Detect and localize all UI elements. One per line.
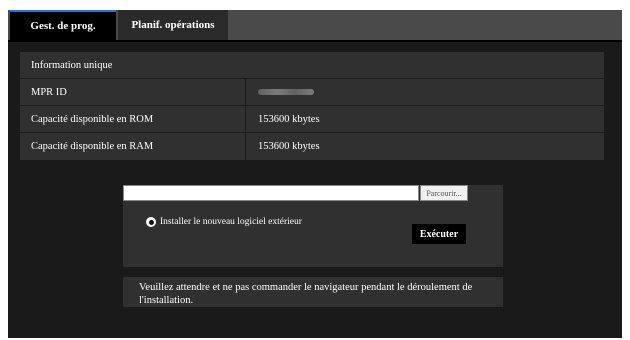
table-row-rom: Capacité disponible en ROM 153600 kbytes	[20, 106, 604, 133]
row-key: Capacité disponible en ROM	[20, 106, 246, 132]
redacted-mpr-id	[258, 89, 314, 95]
install-notice: Veuillez attendre et ne pas commander le…	[123, 277, 503, 307]
tab-program-management[interactable]: Gest. de prog.	[10, 10, 116, 40]
browse-button[interactable]: Parcourir...	[420, 185, 468, 201]
file-path-input[interactable]	[123, 185, 419, 201]
radio-label: Installer le nouveau logiciel extérieur	[160, 217, 302, 227]
row-key: Capacité disponible en RAM	[20, 133, 246, 160]
table-row-mpr-id: MPR ID	[20, 79, 604, 106]
unique-info-table: Information unique MPR ID Capacité dispo…	[20, 52, 604, 160]
row-value	[246, 79, 604, 105]
install-radio-option[interactable]: Installer le nouveau logiciel extérieur	[146, 217, 302, 227]
radio-selected-icon[interactable]	[146, 217, 156, 227]
execute-button[interactable]: Exécuter	[412, 224, 466, 244]
tab-bar: Gest. de prog. Planif. opérations	[8, 10, 622, 40]
tab-divider	[8, 40, 622, 42]
row-key: MPR ID	[20, 79, 246, 105]
row-value: 153600 kbytes	[258, 113, 320, 125]
tab-schedule-operations[interactable]: Planif. opérations	[118, 10, 228, 40]
table-header-row: Information unique	[20, 52, 604, 79]
table-row-ram: Capacité disponible en RAM 153600 kbytes	[20, 133, 604, 160]
row-value: 153600 kbytes	[258, 141, 320, 152]
upload-panel: Parcourir... Installer le nouveau logici…	[123, 185, 503, 267]
table-header-label: Information unique	[31, 59, 113, 71]
